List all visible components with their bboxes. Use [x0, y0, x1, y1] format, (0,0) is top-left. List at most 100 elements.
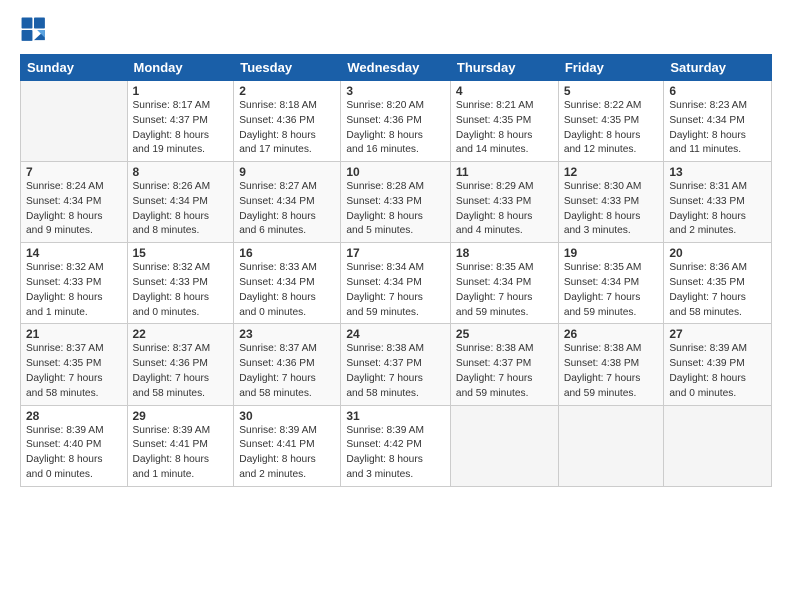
calendar-day-cell: 23Sunrise: 8:37 AM Sunset: 4:36 PM Dayli… [234, 324, 341, 405]
day-info: Sunrise: 8:20 AM Sunset: 4:36 PM Dayligh… [346, 99, 445, 158]
day-info: Sunrise: 8:23 AM Sunset: 4:34 PM Dayligh… [669, 99, 766, 158]
page-header [20, 16, 772, 44]
calendar-day-cell [450, 405, 558, 486]
day-info: Sunrise: 8:39 AM Sunset: 4:40 PM Dayligh… [26, 424, 122, 483]
calendar-day-cell: 20Sunrise: 8:36 AM Sunset: 4:35 PM Dayli… [664, 243, 772, 324]
calendar-day-cell: 13Sunrise: 8:31 AM Sunset: 4:33 PM Dayli… [664, 162, 772, 243]
day-info: Sunrise: 8:18 AM Sunset: 4:36 PM Dayligh… [239, 99, 335, 158]
calendar-day-cell: 25Sunrise: 8:38 AM Sunset: 4:37 PM Dayli… [450, 324, 558, 405]
day-number: 29 [133, 409, 229, 423]
day-info: Sunrise: 8:28 AM Sunset: 4:33 PM Dayligh… [346, 180, 445, 239]
day-number: 16 [239, 246, 335, 260]
day-info: Sunrise: 8:29 AM Sunset: 4:33 PM Dayligh… [456, 180, 553, 239]
day-info: Sunrise: 8:24 AM Sunset: 4:34 PM Dayligh… [26, 180, 122, 239]
calendar-day-cell: 7Sunrise: 8:24 AM Sunset: 4:34 PM Daylig… [21, 162, 128, 243]
day-info: Sunrise: 8:37 AM Sunset: 4:35 PM Dayligh… [26, 342, 122, 401]
calendar-day-cell [21, 81, 128, 162]
day-number: 20 [669, 246, 766, 260]
day-number: 17 [346, 246, 445, 260]
day-info: Sunrise: 8:34 AM Sunset: 4:34 PM Dayligh… [346, 261, 445, 320]
calendar-day-cell [664, 405, 772, 486]
day-number: 19 [564, 246, 659, 260]
day-number: 7 [26, 165, 122, 179]
day-number: 3 [346, 84, 445, 98]
day-number: 18 [456, 246, 553, 260]
calendar-day-cell: 29Sunrise: 8:39 AM Sunset: 4:41 PM Dayli… [127, 405, 234, 486]
day-info: Sunrise: 8:38 AM Sunset: 4:38 PM Dayligh… [564, 342, 659, 401]
day-info: Sunrise: 8:21 AM Sunset: 4:35 PM Dayligh… [456, 99, 553, 158]
calendar-week-row: 14Sunrise: 8:32 AM Sunset: 4:33 PM Dayli… [21, 243, 772, 324]
day-info: Sunrise: 8:35 AM Sunset: 4:34 PM Dayligh… [564, 261, 659, 320]
day-info: Sunrise: 8:39 AM Sunset: 4:41 PM Dayligh… [239, 424, 335, 483]
day-number: 24 [346, 327, 445, 341]
day-number: 4 [456, 84, 553, 98]
calendar-header-thursday: Thursday [450, 55, 558, 81]
logo [20, 16, 52, 44]
day-number: 27 [669, 327, 766, 341]
calendar-day-cell: 17Sunrise: 8:34 AM Sunset: 4:34 PM Dayli… [341, 243, 451, 324]
calendar-day-cell: 6Sunrise: 8:23 AM Sunset: 4:34 PM Daylig… [664, 81, 772, 162]
day-number: 1 [133, 84, 229, 98]
day-info: Sunrise: 8:30 AM Sunset: 4:33 PM Dayligh… [564, 180, 659, 239]
day-number: 6 [669, 84, 766, 98]
day-info: Sunrise: 8:32 AM Sunset: 4:33 PM Dayligh… [133, 261, 229, 320]
calendar-day-cell: 9Sunrise: 8:27 AM Sunset: 4:34 PM Daylig… [234, 162, 341, 243]
day-number: 25 [456, 327, 553, 341]
day-number: 8 [133, 165, 229, 179]
day-number: 31 [346, 409, 445, 423]
day-info: Sunrise: 8:37 AM Sunset: 4:36 PM Dayligh… [239, 342, 335, 401]
day-info: Sunrise: 8:38 AM Sunset: 4:37 PM Dayligh… [456, 342, 553, 401]
calendar-header-tuesday: Tuesday [234, 55, 341, 81]
day-number: 26 [564, 327, 659, 341]
day-number: 22 [133, 327, 229, 341]
calendar-header-friday: Friday [558, 55, 664, 81]
day-number: 5 [564, 84, 659, 98]
calendar-day-cell: 19Sunrise: 8:35 AM Sunset: 4:34 PM Dayli… [558, 243, 664, 324]
calendar-day-cell: 15Sunrise: 8:32 AM Sunset: 4:33 PM Dayli… [127, 243, 234, 324]
calendar-day-cell: 24Sunrise: 8:38 AM Sunset: 4:37 PM Dayli… [341, 324, 451, 405]
day-number: 28 [26, 409, 122, 423]
day-number: 23 [239, 327, 335, 341]
day-info: Sunrise: 8:32 AM Sunset: 4:33 PM Dayligh… [26, 261, 122, 320]
day-info: Sunrise: 8:36 AM Sunset: 4:35 PM Dayligh… [669, 261, 766, 320]
day-info: Sunrise: 8:39 AM Sunset: 4:41 PM Dayligh… [133, 424, 229, 483]
calendar-day-cell: 18Sunrise: 8:35 AM Sunset: 4:34 PM Dayli… [450, 243, 558, 324]
calendar-day-cell: 16Sunrise: 8:33 AM Sunset: 4:34 PM Dayli… [234, 243, 341, 324]
calendar-day-cell: 31Sunrise: 8:39 AM Sunset: 4:42 PM Dayli… [341, 405, 451, 486]
day-number: 2 [239, 84, 335, 98]
calendar-week-row: 28Sunrise: 8:39 AM Sunset: 4:40 PM Dayli… [21, 405, 772, 486]
day-number: 10 [346, 165, 445, 179]
day-info: Sunrise: 8:17 AM Sunset: 4:37 PM Dayligh… [133, 99, 229, 158]
day-info: Sunrise: 8:27 AM Sunset: 4:34 PM Dayligh… [239, 180, 335, 239]
day-number: 9 [239, 165, 335, 179]
calendar-day-cell: 30Sunrise: 8:39 AM Sunset: 4:41 PM Dayli… [234, 405, 341, 486]
calendar-day-cell: 2Sunrise: 8:18 AM Sunset: 4:36 PM Daylig… [234, 81, 341, 162]
calendar-header-wednesday: Wednesday [341, 55, 451, 81]
day-info: Sunrise: 8:31 AM Sunset: 4:33 PM Dayligh… [669, 180, 766, 239]
calendar-day-cell: 11Sunrise: 8:29 AM Sunset: 4:33 PM Dayli… [450, 162, 558, 243]
calendar-week-row: 7Sunrise: 8:24 AM Sunset: 4:34 PM Daylig… [21, 162, 772, 243]
calendar-day-cell: 5Sunrise: 8:22 AM Sunset: 4:35 PM Daylig… [558, 81, 664, 162]
calendar-day-cell: 21Sunrise: 8:37 AM Sunset: 4:35 PM Dayli… [21, 324, 128, 405]
calendar-day-cell [558, 405, 664, 486]
day-info: Sunrise: 8:37 AM Sunset: 4:36 PM Dayligh… [133, 342, 229, 401]
day-number: 21 [26, 327, 122, 341]
calendar-day-cell: 10Sunrise: 8:28 AM Sunset: 4:33 PM Dayli… [341, 162, 451, 243]
calendar-week-row: 21Sunrise: 8:37 AM Sunset: 4:35 PM Dayli… [21, 324, 772, 405]
calendar-table: SundayMondayTuesdayWednesdayThursdayFrid… [20, 54, 772, 487]
calendar-day-cell: 12Sunrise: 8:30 AM Sunset: 4:33 PM Dayli… [558, 162, 664, 243]
day-info: Sunrise: 8:22 AM Sunset: 4:35 PM Dayligh… [564, 99, 659, 158]
day-info: Sunrise: 8:39 AM Sunset: 4:42 PM Dayligh… [346, 424, 445, 483]
calendar-day-cell: 8Sunrise: 8:26 AM Sunset: 4:34 PM Daylig… [127, 162, 234, 243]
day-info: Sunrise: 8:26 AM Sunset: 4:34 PM Dayligh… [133, 180, 229, 239]
calendar-day-cell: 22Sunrise: 8:37 AM Sunset: 4:36 PM Dayli… [127, 324, 234, 405]
day-info: Sunrise: 8:39 AM Sunset: 4:39 PM Dayligh… [669, 342, 766, 401]
day-info: Sunrise: 8:35 AM Sunset: 4:34 PM Dayligh… [456, 261, 553, 320]
calendar-header-saturday: Saturday [664, 55, 772, 81]
calendar-day-cell: 27Sunrise: 8:39 AM Sunset: 4:39 PM Dayli… [664, 324, 772, 405]
day-info: Sunrise: 8:38 AM Sunset: 4:37 PM Dayligh… [346, 342, 445, 401]
calendar-day-cell: 14Sunrise: 8:32 AM Sunset: 4:33 PM Dayli… [21, 243, 128, 324]
day-number: 30 [239, 409, 335, 423]
calendar-day-cell: 4Sunrise: 8:21 AM Sunset: 4:35 PM Daylig… [450, 81, 558, 162]
day-number: 14 [26, 246, 122, 260]
